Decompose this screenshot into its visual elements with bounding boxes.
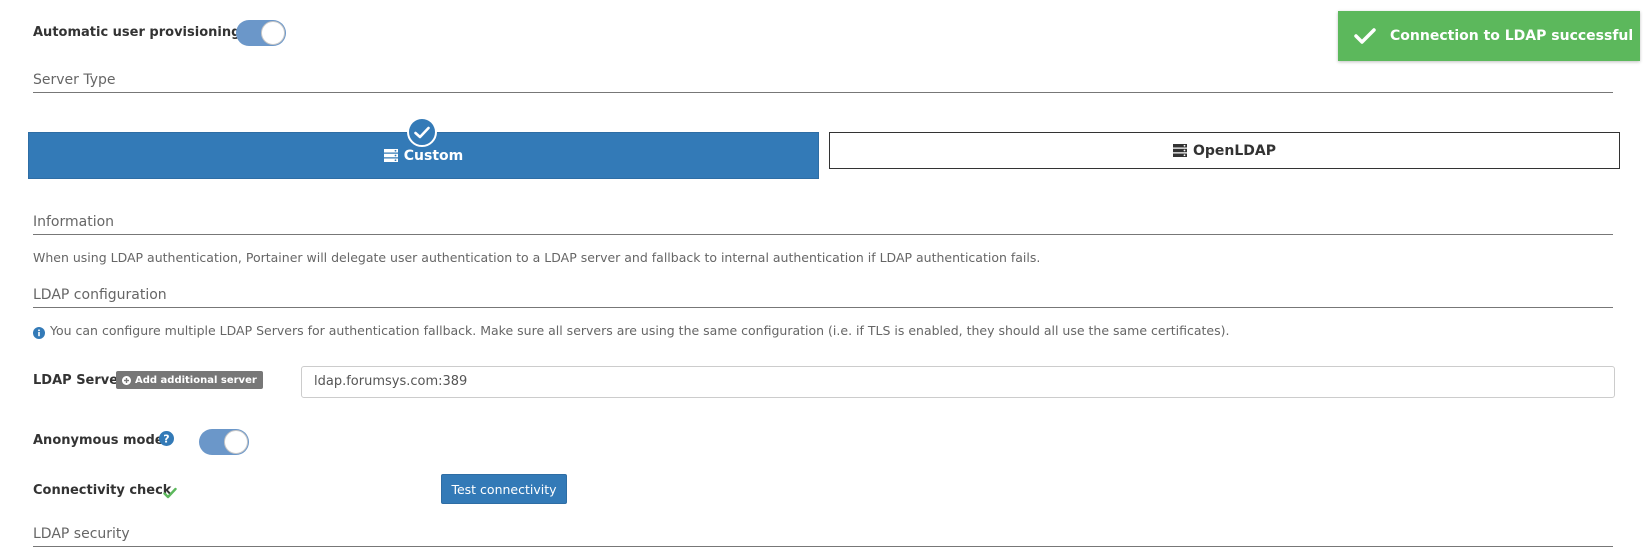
success-toast[interactable]: Connection to LDAP successful — [1338, 11, 1640, 61]
add-server-label: Add additional server — [135, 374, 257, 386]
ldap-server-input[interactable]: ldap.forumsys.com:389 — [301, 366, 1615, 398]
plus-circle-icon — [122, 375, 131, 385]
ldap-server-label: LDAP Server — [33, 373, 125, 388]
information-title: Information — [33, 213, 1613, 235]
auto-provisioning-label: Automatic user provisioning — [33, 25, 241, 40]
toast-message: Connection to LDAP successful — [1390, 28, 1634, 44]
info-icon — [33, 324, 45, 339]
information-text: When using LDAP authentication, Portaine… — [33, 250, 1041, 265]
server-type-custom-label: Custom — [403, 147, 464, 164]
connectivity-check-label: Connectivity check — [33, 483, 172, 498]
server-type-openldap-label: OpenLDAP — [1192, 142, 1277, 159]
server-type-openldap[interactable]: OpenLDAP — [829, 132, 1620, 169]
connectivity-ok-icon — [163, 484, 177, 499]
auto-provisioning-toggle[interactable] — [236, 20, 286, 46]
server-icon — [1172, 144, 1187, 157]
add-server-button[interactable]: Add additional server — [116, 371, 263, 389]
server-icon — [383, 149, 398, 162]
ldap-config-info-text: You can configure multiple LDAP Servers … — [50, 323, 1230, 338]
server-type-title: Server Type — [33, 71, 1613, 93]
selected-check-icon — [407, 117, 437, 147]
toggle-knob — [224, 430, 248, 454]
anonymous-mode-label: Anonymous mode — [33, 433, 164, 448]
ldap-security-title: LDAP security — [33, 525, 1613, 547]
anonymous-mode-toggle[interactable] — [199, 429, 249, 455]
test-connectivity-button[interactable]: Test connectivity — [441, 474, 567, 504]
svg-text:?: ? — [163, 433, 169, 446]
toggle-knob — [261, 21, 285, 45]
help-icon[interactable]: ? — [159, 431, 174, 446]
checkmark-icon — [1354, 28, 1376, 44]
ldap-configuration-title: LDAP configuration — [33, 286, 1613, 308]
